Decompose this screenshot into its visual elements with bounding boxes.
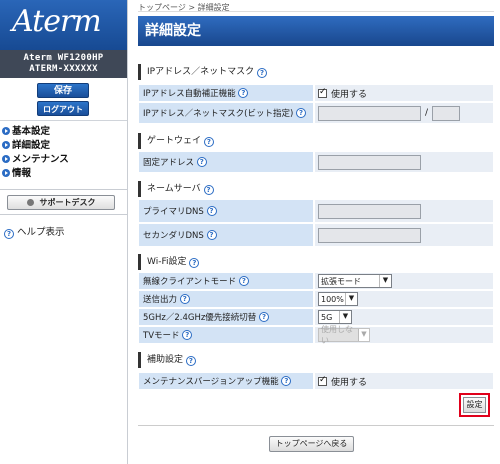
row-wifi-tx-power: 送信出力 ? 100% ▼ [138,290,494,308]
support-desk-button[interactable]: サポートデスク [7,195,115,210]
help-icon[interactable]: ? [259,312,270,322]
set-button[interactable]: 設定 [463,397,486,413]
arrow-icon [2,141,10,149]
chevron-down-icon: ▼ [357,329,369,341]
row-aux-maint: メンテナンスバージョンアップ機能 ? 使用する [138,372,494,390]
row-ip-auto: IPアドレス自動補正機能 ? 使用する [138,84,494,102]
help-label: ヘルプ表示 [17,227,65,238]
row-label: プライマリDNS ? [138,199,314,223]
row-label: 固定アドレス ? [138,151,314,173]
help-icon[interactable]: ? [295,108,306,118]
row-value [314,199,494,223]
ip-address-input[interactable] [318,105,421,121]
help-icon[interactable]: ? [203,185,214,195]
help-icon: ? [4,229,14,239]
chevron-down-icon: ▼ [345,293,357,305]
row-label: 無線クライアントモード ? [138,272,314,290]
row-label: TVモード ? [138,326,314,344]
help-icon[interactable]: ? [256,68,267,78]
section-wifi-header: Wi-Fi設定 ? [138,254,494,270]
help-icon[interactable]: ? [196,157,207,167]
section-dns-header: ネームサーバ ? [138,181,494,197]
help-icon[interactable]: ? [189,258,200,268]
row-label: メンテナンスバージョンアップ機能 ? [138,372,314,390]
row-value: 使用する [314,372,494,390]
section-title: ゲートウェイ [147,136,202,146]
ip-auto-checkbox[interactable] [318,87,327,98]
row-ip-mask: IPアドレス／ネットマスク(ビット指定) ? / [138,102,494,124]
sidebar: Aterm Aterm WF1200HP ATERM-XXXXXX 保存 ログア… [0,0,128,464]
client-mode-select[interactable]: 拡張モード ▼ [318,274,392,288]
section-title: IPアドレス／ネットマスク [147,67,255,77]
arrow-icon [2,127,10,135]
breadcrumb: トップページ > 詳細設定 [138,0,494,12]
menu-item-info[interactable]: 情報 [0,167,128,181]
device-name: ATERM-XXXXXX [29,64,98,74]
help-icon[interactable]: ? [238,276,249,286]
row-dns-secondary: セカンダリDNS ? [138,223,494,247]
row-label: 5GHz／2.4GHz優先接続切替 ? [138,308,314,326]
section-aux-header: 補助設定 ? [138,352,494,368]
help-icon[interactable]: ? [281,376,292,386]
bullet-icon [26,199,34,206]
row-label: 送信出力 ? [138,290,314,308]
save-button[interactable]: 保存 [37,83,89,98]
logout-button[interactable]: ログアウト [37,101,89,116]
netmask-input[interactable] [432,105,461,121]
set-button-highlight: 設定 [459,393,490,417]
save-area: 保存 ログアウト [0,78,127,121]
tv-mode-select: 使用しない ▼ [318,325,370,345]
gateway-input[interactable] [318,154,421,170]
back-to-top-button[interactable]: トップページへ戻る [269,436,354,452]
row-label: セカンダリDNS ? [138,223,314,247]
section-title: ネームサーバ [147,184,201,194]
arrow-icon [2,169,10,177]
help-icon[interactable]: ? [206,230,217,240]
help-toggle[interactable]: ? ヘルプ表示 [4,224,65,239]
row-wifi-client-mode: 無線クライアントモード ? 拡張モード ▼ [138,272,494,290]
row-label: IPアドレス／ネットマスク(ビット指定) ? [138,102,314,124]
menu-item-maintenance[interactable]: メンテナンス [0,153,128,167]
row-value [314,223,494,247]
divider [138,425,494,426]
help-icon[interactable]: ? [179,294,190,304]
row-value: 使用しない ▼ [314,325,494,345]
row-dns-primary: プライマリDNS ? [138,199,494,223]
row-value [314,151,494,173]
help-icon[interactable]: ? [203,137,214,147]
device-info: Aterm WF1200HP ATERM-XXXXXX [0,50,127,78]
menu-item-basic-settings[interactable]: 基本設定 [0,125,128,139]
row-value: 100% ▼ [314,290,494,308]
row-gateway-fixed: 固定アドレス ? [138,151,494,173]
row-value: / [314,102,494,124]
section-gateway-header: ゲートウェイ ? [138,133,494,149]
secondary-dns-input[interactable] [318,227,421,243]
page-title: 詳細設定 [138,16,494,46]
row-label: IPアドレス自動補正機能 ? [138,84,314,102]
help-icon[interactable]: ? [185,356,196,366]
main-content: トップページ > 詳細設定 詳細設定 IPアドレス／ネットマスク ? IPアドレ… [138,0,494,452]
chevron-down-icon: ▼ [379,275,391,287]
device-model: Aterm WF1200HP [23,53,104,63]
section-title: Wi-Fi設定 [147,257,187,267]
row-wifi-tv: TVモード ? 使用しない ▼ [138,325,494,345]
tx-power-select[interactable]: 100% ▼ [318,292,358,306]
section-title: 補助設定 [147,355,184,365]
row-value: 拡張モード ▼ [314,272,494,290]
side-menu: 基本設定 詳細設定 メンテナンス 情報 [0,125,128,181]
support-area: サポートデスク [0,189,128,215]
maint-update-checkbox[interactable] [318,375,327,386]
arrow-icon [2,155,10,163]
section-ip-header: IPアドレス／ネットマスク ? [138,64,494,80]
menu-item-advanced-settings[interactable]: 詳細設定 [0,139,128,153]
help-icon[interactable]: ? [238,88,249,98]
chevron-down-icon: ▼ [339,311,351,323]
primary-dns-input[interactable] [318,203,421,219]
aterm-logo: Aterm [0,0,127,50]
row-wifi-band: 5GHz／2.4GHz優先接続切替 ? 5G ▼ [138,308,494,326]
help-icon[interactable]: ? [182,330,193,340]
band-priority-select[interactable]: 5G ▼ [318,310,352,324]
help-icon[interactable]: ? [206,206,217,216]
row-value: 使用する [314,84,494,102]
